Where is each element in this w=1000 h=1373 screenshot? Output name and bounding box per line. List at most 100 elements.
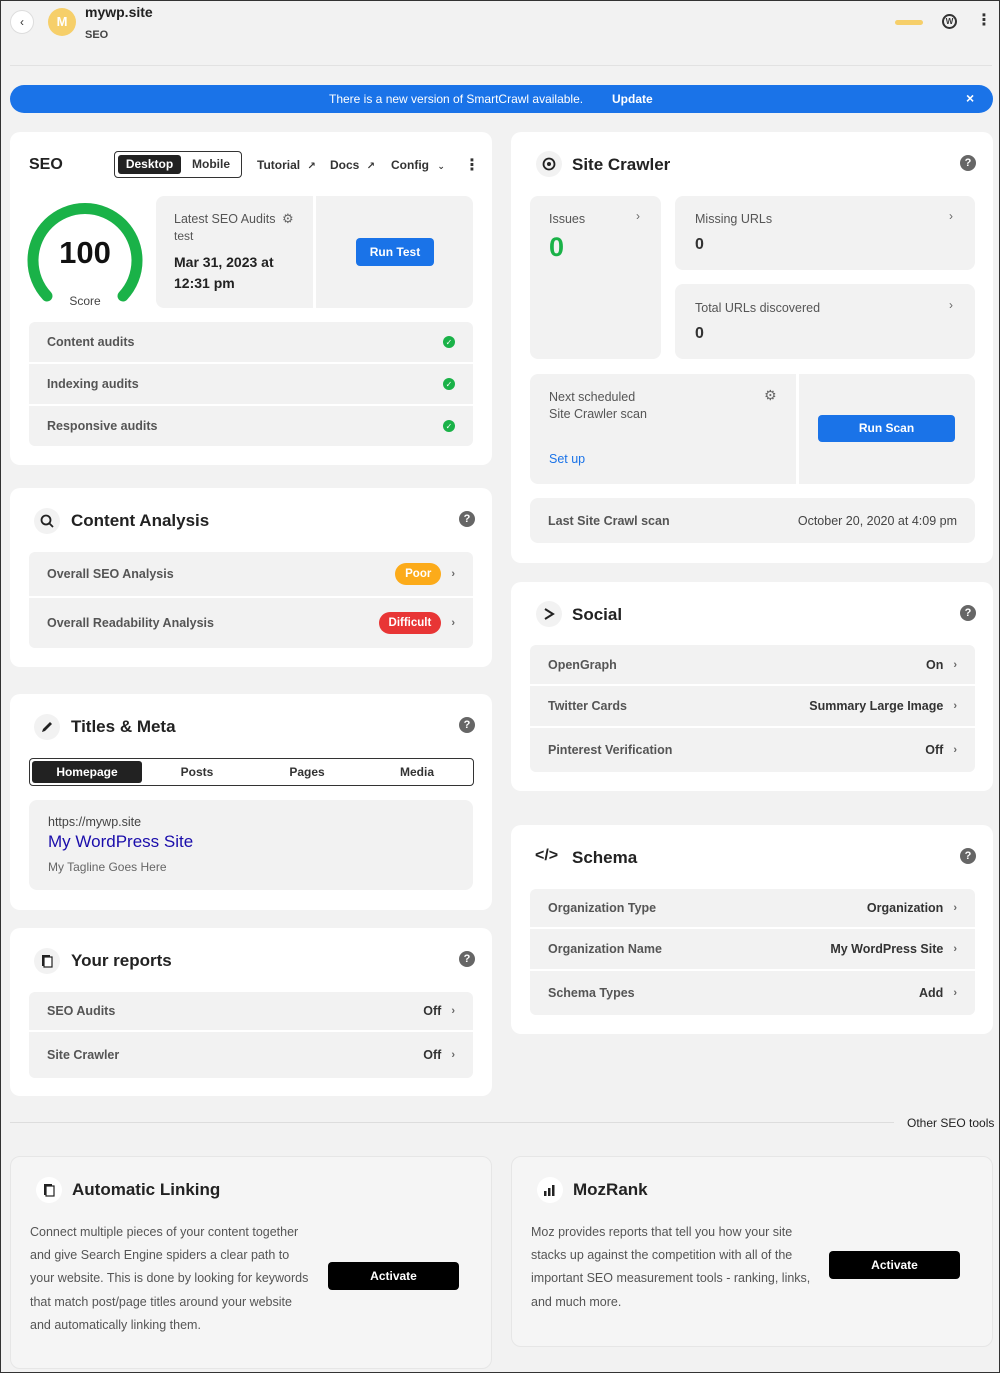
row-value: Off: [423, 1048, 442, 1062]
back-button[interactable]: ‹: [10, 10, 34, 34]
status-badge: Poor: [395, 563, 442, 585]
next-scan-line1: Next scheduled: [549, 390, 636, 404]
chevron-right-icon: ›: [953, 658, 957, 671]
total-urls-box[interactable]: Total URLs discovered › 0: [675, 284, 975, 359]
social-arrow-icon: [536, 601, 562, 627]
check-icon: ✓: [443, 378, 455, 390]
next-scan-line2: Site Crawler scan: [549, 407, 647, 421]
latest-audit-text: Latest SEO Audits: [174, 212, 276, 226]
report-row-site-crawler[interactable]: Site Crawler Off ›: [29, 1032, 473, 1078]
missing-urls-label: Missing URLs: [695, 212, 773, 226]
readability-row[interactable]: Overall Readability Analysis Difficult ›: [29, 598, 473, 648]
help-icon[interactable]: ?: [960, 605, 976, 621]
run-scan-button[interactable]: Run Scan: [818, 415, 955, 442]
last-scan-label: Last Site Crawl scan: [548, 513, 670, 528]
missing-urls-value: 0: [695, 236, 704, 253]
tutorial-link[interactable]: Tutorial ↗: [257, 158, 316, 172]
schema-title: Schema: [572, 848, 638, 867]
site-name: mywp.site: [85, 4, 153, 20]
update-link[interactable]: Update: [612, 92, 653, 106]
schema-row-org-type[interactable]: Organization Type Organization ›: [530, 889, 975, 927]
tab-homepage[interactable]: Homepage: [32, 761, 142, 783]
total-urls-label: Total URLs discovered: [695, 301, 821, 315]
tutorial-label: Tutorial: [257, 158, 301, 172]
mozrank-card: MozRank Moz provides reports that tell y…: [511, 1156, 993, 1347]
audit-row-indexing[interactable]: Indexing audits ✓: [29, 364, 473, 404]
score-value: 100: [59, 235, 111, 270]
content-analysis-title: Content Analysis: [71, 511, 210, 530]
more-menu-icon[interactable]: ⋮: [976, 12, 992, 30]
linking-icon: [36, 1177, 62, 1203]
chevron-right-icon: ›: [953, 700, 957, 712]
mozrank-description: Moz provides reports that tell you how y…: [531, 1221, 831, 1314]
search-icon: [34, 508, 60, 534]
row-label: OpenGraph: [548, 657, 617, 672]
help-icon[interactable]: ?: [459, 951, 475, 967]
external-link-icon: ↗: [307, 161, 316, 172]
social-row-pinterest[interactable]: Pinterest Verification Off ›: [530, 728, 975, 772]
docs-link[interactable]: Docs ↗: [330, 158, 375, 172]
tab-pages[interactable]: Pages: [252, 761, 362, 783]
chevron-down-icon: ⌄: [437, 161, 445, 171]
reports-title: Your reports: [71, 951, 172, 970]
social-row-twitter[interactable]: Twitter Cards Summary Large Image ›: [530, 686, 975, 726]
chevron-right-icon: ›: [451, 568, 455, 580]
seo-title: SEO: [29, 156, 63, 173]
schema-row-types[interactable]: Schema Types Add ›: [530, 971, 975, 1015]
tab-media[interactable]: Media: [362, 761, 472, 783]
help-icon[interactable]: ?: [459, 717, 475, 733]
row-label: Organization Type: [548, 901, 657, 915]
activate-mozrank-button[interactable]: Activate: [829, 1251, 960, 1279]
update-notice: There is a new version of SmartCrawl ava…: [10, 85, 993, 113]
latest-audit-box: Latest SEO Audits ⚙ test Mar 31, 2023 at…: [156, 196, 313, 308]
social-row-opengraph[interactable]: OpenGraph On ›: [530, 645, 975, 684]
setup-link[interactable]: Set up: [549, 452, 585, 466]
gear-icon[interactable]: ⚙: [764, 387, 777, 404]
chevron-left-icon: ‹: [20, 15, 24, 29]
help-icon[interactable]: ?: [459, 511, 475, 527]
report-row-seo-audits[interactable]: SEO Audits Off ›: [29, 992, 473, 1030]
config-dropdown[interactable]: Config ⌄: [391, 158, 445, 172]
audit-row-responsive[interactable]: Responsive audits ✓: [29, 406, 473, 446]
help-icon[interactable]: ?: [960, 155, 976, 171]
activate-linking-button[interactable]: Activate: [328, 1262, 459, 1290]
seo-analysis-row[interactable]: Overall SEO Analysis Poor ›: [29, 552, 473, 596]
next-scan-box: Next scheduled Site Crawler scan ⚙ Set u…: [530, 374, 796, 484]
row-label: Schema Types: [548, 986, 635, 1000]
chevron-right-icon: ›: [953, 902, 957, 914]
tab-desktop[interactable]: Desktop: [118, 155, 181, 174]
chevron-right-icon: ›: [451, 617, 455, 629]
row-label: Site Crawler: [47, 1048, 120, 1062]
notice-text: There is a new version of SmartCrawl ava…: [329, 92, 584, 106]
issues-box[interactable]: Issues › 0: [530, 196, 661, 359]
audit-row-content[interactable]: Content audits ✓: [29, 322, 473, 362]
gear-icon[interactable]: ⚙: [282, 211, 294, 226]
bar-chart-icon: [537, 1177, 563, 1203]
config-label: Config: [391, 158, 429, 172]
row-value: Summary Large Image: [809, 699, 944, 713]
latest-audit-sub: test: [174, 229, 194, 243]
missing-urls-box[interactable]: Missing URLs › 0: [675, 196, 975, 270]
mozrank-title: MozRank: [573, 1180, 648, 1199]
row-label: Organization Name: [548, 942, 662, 956]
close-icon[interactable]: ×: [966, 90, 974, 106]
titles-meta-card: Titles & Meta ? Homepage Posts Pages Med…: [10, 694, 492, 910]
auto-linking-title: Automatic Linking: [72, 1180, 221, 1199]
schema-card: </> Schema ? Organization Type Organizati…: [511, 825, 993, 1034]
run-test-button[interactable]: Run Test: [356, 238, 434, 266]
schema-row-org-name[interactable]: Organization Name My WordPress Site ›: [530, 929, 975, 969]
docs-label: Docs: [330, 158, 360, 172]
row-label: SEO Audits: [47, 1004, 116, 1018]
preview-url: https://mywp.site: [48, 815, 142, 829]
tab-mobile[interactable]: Mobile: [185, 155, 237, 174]
help-icon[interactable]: ?: [960, 848, 976, 864]
other-tools-label: Other SEO tools: [907, 1116, 995, 1130]
chevron-right-icon: ›: [949, 298, 953, 312]
tab-posts[interactable]: Posts: [142, 761, 252, 783]
audit-label: Content audits: [47, 335, 135, 349]
wordpress-icon[interactable]: W: [942, 14, 957, 29]
preview-title[interactable]: My WordPress Site: [48, 832, 193, 852]
issues-value: 0: [549, 232, 565, 262]
auto-linking-description: Connect multiple pieces of your content …: [30, 1221, 330, 1337]
kebab-menu-icon[interactable]: ⋮: [464, 155, 480, 175]
